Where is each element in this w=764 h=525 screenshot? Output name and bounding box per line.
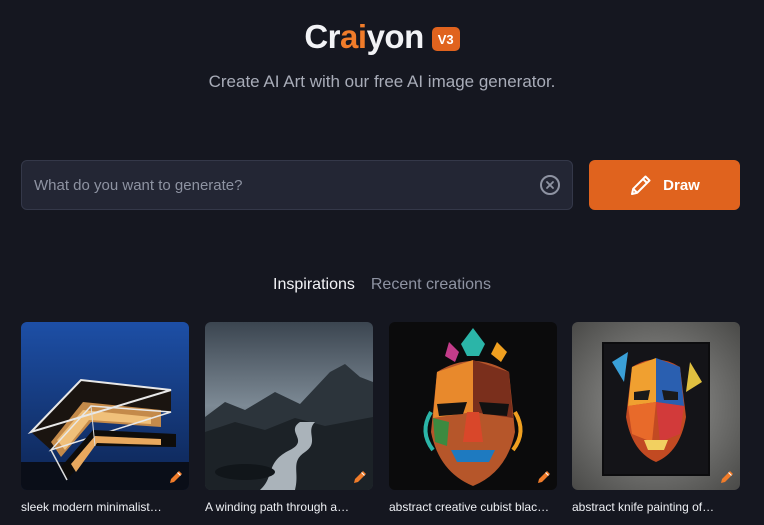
inspiration-caption: abstract creative cubist blac… [389,500,550,514]
inspiration-caption: abstract knife painting of… [572,500,715,514]
edit-pencil-icon[interactable] [352,469,368,485]
logo-prefix: Cr [304,18,341,55]
inspiration-image[interactable] [21,322,189,490]
draw-button-label: Draw [663,176,700,194]
tagline: Create AI Art with our free AI image gen… [208,72,556,91]
tab-recent-creations[interactable]: Recent creations [371,276,491,294]
logo-text: Craiyon [304,18,425,56]
version-badge: V3 [431,26,460,51]
inspiration-image[interactable] [389,322,557,490]
inspiration-card[interactable]: A winding path through a… [205,322,373,514]
inspiration-card[interactable]: sleek modern minimalist… [21,322,189,514]
inspiration-caption: sleek modern minimalist… [21,500,162,514]
search-input[interactable] [34,176,540,194]
close-circle-icon[interactable] [540,175,560,195]
tabs: Inspirations Recent creations [0,276,764,294]
pencil-icon [631,175,651,195]
inspiration-image[interactable] [205,322,373,490]
edit-pencil-icon[interactable] [536,469,552,485]
inspiration-card[interactable]: abstract knife painting of… [572,322,740,514]
draw-button[interactable]: Draw [589,160,740,210]
logo[interactable]: Craiyon V3 [0,18,764,56]
inspiration-caption: A winding path through a… [205,500,350,514]
knife-painting-image [572,322,740,490]
inspiration-image[interactable] [572,322,740,490]
modern-house-image [21,322,189,490]
search-box[interactable] [21,160,573,210]
tab-inspirations[interactable]: Inspirations [273,276,355,294]
logo-suffix: yon [366,18,425,55]
cubist-face-image [389,322,557,490]
logo-accent: ai [340,18,367,55]
edit-pencil-icon[interactable] [168,469,184,485]
edit-pencil-icon[interactable] [719,469,735,485]
winding-path-image [205,322,373,490]
inspiration-card[interactable]: abstract creative cubist blac… [389,322,557,514]
